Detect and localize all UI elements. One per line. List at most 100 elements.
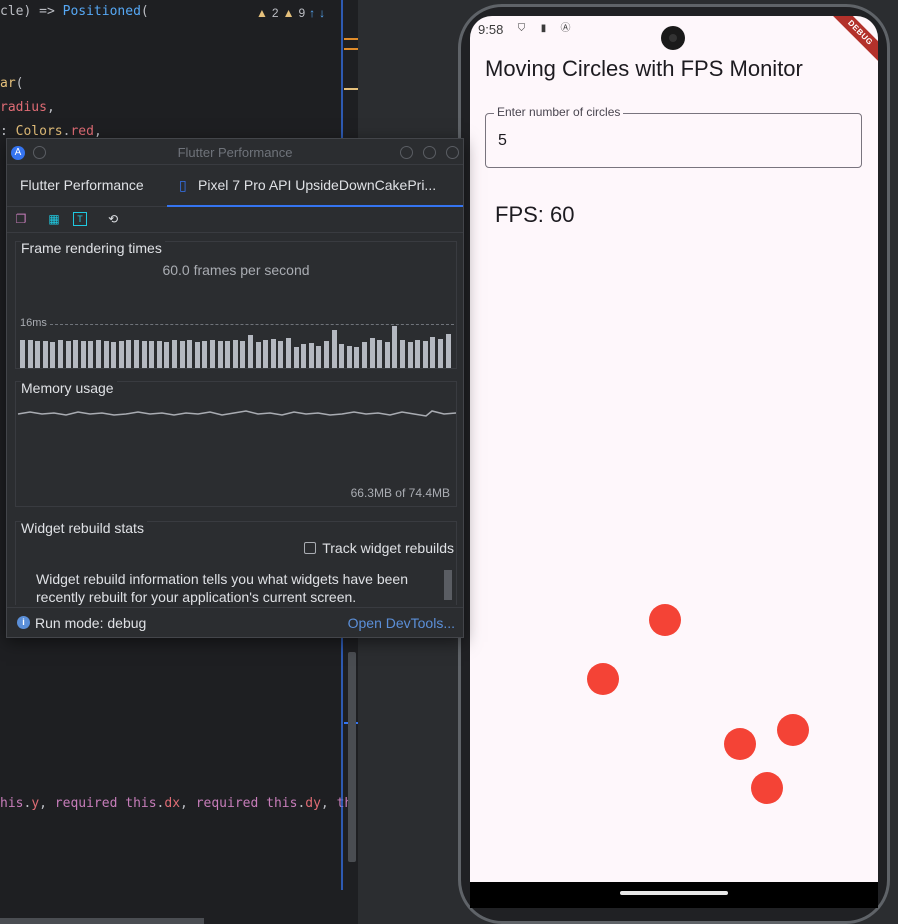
frame-bar xyxy=(308,343,314,368)
moving-circle xyxy=(649,604,681,636)
frame-bar xyxy=(240,341,246,368)
phone-icon: ▯ xyxy=(179,177,187,193)
text-icon[interactable]: T xyxy=(73,212,87,226)
frame-bar xyxy=(179,341,185,368)
moving-circle xyxy=(724,728,756,760)
frame-bar xyxy=(331,330,337,368)
memory-line xyxy=(17,410,456,417)
error-stripe-mark[interactable] xyxy=(344,38,358,40)
frame-bar xyxy=(42,341,48,368)
frame-bar xyxy=(232,340,238,368)
frame-bar xyxy=(278,341,284,368)
horizontal-scrollbar[interactable] xyxy=(0,918,204,924)
frame-bar xyxy=(172,340,177,368)
error-stripe-mark[interactable] xyxy=(344,88,358,90)
input-label: Enter number of circles xyxy=(494,105,624,119)
frame-bar xyxy=(50,342,56,368)
memory-section: Memory usage 66.3MB of 74.4MB xyxy=(15,380,457,507)
track-rebuilds-checkbox[interactable] xyxy=(304,542,317,554)
inspection-widget[interactable]: ▲ 2 ▲ 9 ↑ ↓ xyxy=(256,6,325,20)
frame-bar xyxy=(118,341,124,368)
warning-count-a: 2 xyxy=(271,6,279,20)
error-stripe-mark[interactable] xyxy=(344,48,358,50)
close-icon[interactable] xyxy=(446,146,459,159)
frame-bar xyxy=(422,341,428,368)
front-camera xyxy=(661,26,685,50)
code-line-4: : Colors.red, xyxy=(0,124,102,139)
tab-flutter-performance[interactable]: Flutter Performance xyxy=(20,177,144,193)
frame-bar xyxy=(324,341,329,368)
sd-card-icon: ▮ xyxy=(540,23,547,34)
frame-bar xyxy=(210,340,215,368)
frame-bar xyxy=(141,341,147,368)
frame-bar xyxy=(354,347,360,368)
frame-bar xyxy=(248,335,253,368)
frame-bar xyxy=(445,334,451,368)
frame-bar xyxy=(134,340,139,368)
frame-bar xyxy=(438,339,443,368)
run-mode-label: Run mode: debug xyxy=(35,615,147,631)
home-handle[interactable] xyxy=(620,891,728,895)
maximize-icon[interactable] xyxy=(423,146,436,159)
arrow-up-icon[interactable]: ↑ xyxy=(309,6,315,20)
layers-icon[interactable]: ❐ xyxy=(14,212,28,226)
checker-icon[interactable]: ▦ xyxy=(47,212,61,226)
frame-bar xyxy=(73,340,79,368)
frame-bar xyxy=(103,341,109,368)
frame-bar xyxy=(430,337,436,368)
track-rebuilds-toggle[interactable]: Track widget rebuilds xyxy=(304,540,454,556)
memory-graph xyxy=(17,410,456,417)
frame-bar xyxy=(346,346,352,368)
code-line-5: his.y, required this.dx, required this.d… xyxy=(0,796,353,811)
input-value[interactable]: 5 xyxy=(498,132,507,150)
open-devtools-link[interactable]: Open DevTools... xyxy=(348,615,455,631)
section-label: Memory usage xyxy=(21,380,117,396)
a-icon: Ⓐ xyxy=(560,23,571,34)
flutter-performance-panel[interactable]: A Flutter Performance Flutter Performanc… xyxy=(6,138,464,638)
frame-bar xyxy=(362,342,367,368)
frame-bar xyxy=(392,326,398,368)
minimize-icon[interactable] xyxy=(400,146,413,159)
arrow-down-icon[interactable]: ↓ xyxy=(319,6,325,20)
frame-bar xyxy=(35,341,41,368)
frame-bar xyxy=(255,342,261,368)
frame-bar xyxy=(301,344,307,368)
frame-bar xyxy=(270,339,276,368)
moving-circle xyxy=(751,772,783,804)
rebuild-scrollbar[interactable] xyxy=(444,570,452,600)
frame-bar xyxy=(202,341,208,368)
frame-bar xyxy=(415,340,421,368)
frame-bar xyxy=(111,342,117,368)
history-icon[interactable]: ⟲ xyxy=(106,212,120,226)
phone-screen[interactable]: 9:58 ⛉ ▮ Ⓐ ▮ DEBUG Moving Circles with F… xyxy=(470,16,878,882)
circle-count-input[interactable]: Enter number of circles 5 xyxy=(485,105,862,168)
frame-bar xyxy=(27,340,33,368)
frame-bar xyxy=(80,341,86,368)
info-icon: i xyxy=(17,616,30,629)
track-rebuilds-label: Track widget rebuilds xyxy=(322,540,454,556)
memory-footer: 66.3MB of 74.4MB xyxy=(350,486,450,500)
moving-circle xyxy=(777,714,809,746)
frame-bar xyxy=(377,340,383,368)
camera-lens xyxy=(669,34,677,42)
section-label: Frame rendering times xyxy=(21,240,165,256)
frame-bar xyxy=(339,344,345,368)
app-title: Moving Circles with FPS Monitor xyxy=(485,56,803,81)
rebuild-info-text: Widget rebuild information tells you wha… xyxy=(36,571,408,605)
frame-bar xyxy=(88,341,94,368)
tab-device[interactable]: Pixel 7 Pro API UpsideDownCakePri... xyxy=(198,177,436,193)
frame-rendering-section: Frame rendering times 60.0 frames per se… xyxy=(15,240,457,369)
frame-bar xyxy=(217,341,223,368)
editor-scrollbar[interactable] xyxy=(348,652,356,862)
navigation-bar xyxy=(470,882,878,908)
panel-toolbar: ❐ ▦ T ⟲ xyxy=(7,207,463,233)
warning-icon: ▲ xyxy=(256,6,268,20)
frame-bar xyxy=(156,341,162,368)
frame-bar xyxy=(384,342,390,368)
threshold-line xyxy=(50,324,454,325)
panel-title-bar[interactable]: A Flutter Performance xyxy=(7,139,463,165)
frame-bar xyxy=(65,341,71,368)
frame-bar xyxy=(225,341,231,368)
code-line-1: cle) => Positioned( xyxy=(0,4,149,19)
frame-bar xyxy=(369,338,375,368)
